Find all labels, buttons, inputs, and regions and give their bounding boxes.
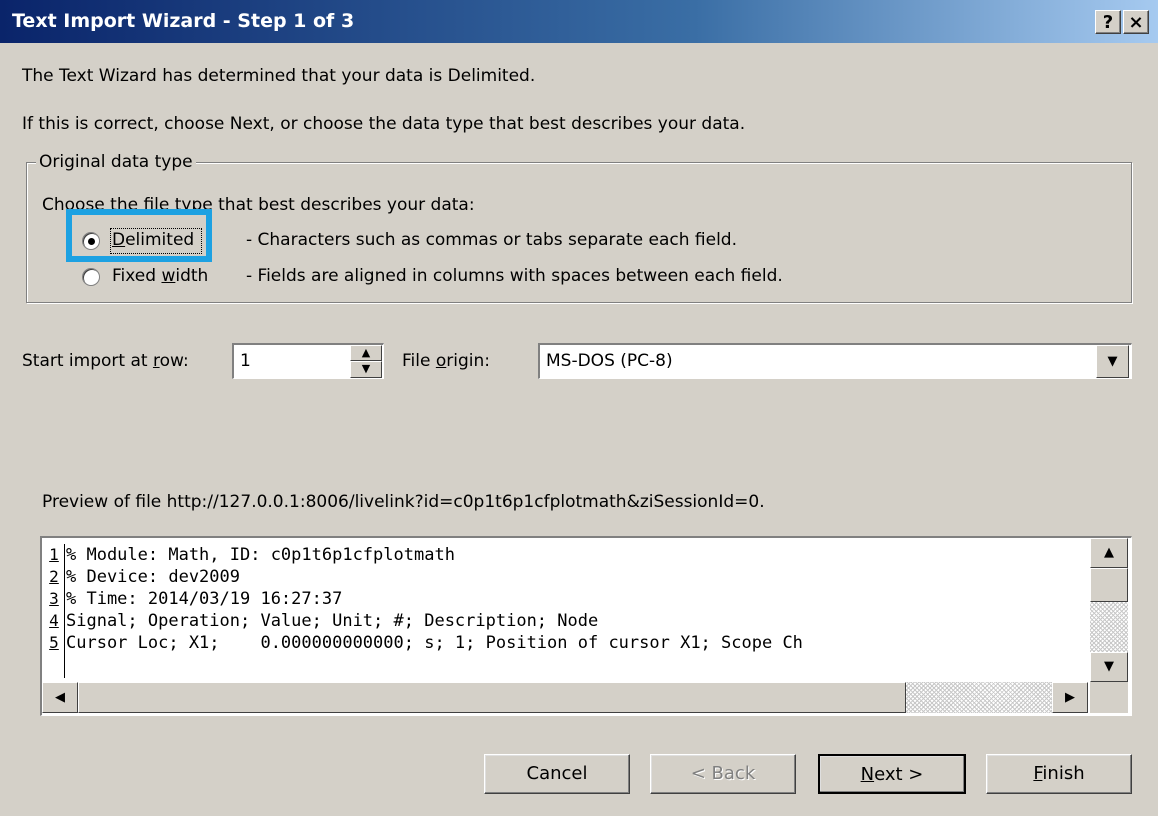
spin-down-button[interactable]: ▼	[350, 361, 382, 378]
preview-line: % Time: 2014/03/19 16:27:37	[66, 589, 343, 609]
spin-up-button[interactable]: ▲	[350, 345, 382, 361]
arrow-right-icon: ▶	[1065, 690, 1075, 705]
file-origin-label: File origin:	[402, 351, 490, 371]
arrow-down-icon: ▼	[1104, 659, 1114, 674]
vertical-scroll-thumb[interactable]	[1090, 568, 1128, 602]
preview-line: Cursor Loc; X1; 0.000000000000; s; 1; Po…	[66, 633, 803, 653]
horizontal-scrollbar[interactable]: ◀ ▶	[42, 682, 1088, 713]
line-number: 3	[49, 589, 59, 608]
fixed-width-label[interactable]: Fixed width	[112, 266, 208, 286]
start-row-input[interactable]: 1 ▲ ▼	[232, 343, 384, 379]
line-number: 4	[49, 611, 59, 630]
intro-line-1: The Text Wizard has determined that your…	[22, 66, 536, 86]
line-number-column: 1 2 3 4 5	[44, 544, 65, 678]
selection-highlight	[66, 209, 212, 262]
preview-box[interactable]: 1 2 3 4 5 % Module: Math, ID: c0p1t6p1cf…	[40, 536, 1132, 716]
next-button[interactable]: Next >	[818, 754, 966, 794]
cancel-button[interactable]: Cancel	[484, 754, 630, 794]
scroll-down-button[interactable]: ▼	[1090, 652, 1128, 682]
finish-button[interactable]: Finish	[986, 754, 1132, 794]
group-legend: Original data type	[36, 152, 196, 172]
preview-line: % Module: Math, ID: c0p1t6p1cfplotmath	[66, 545, 455, 565]
line-number: 1	[49, 545, 59, 564]
file-origin-dropdown-button[interactable]: ▼	[1096, 345, 1129, 378]
vertical-scrollbar[interactable]: ▲ ▼	[1090, 538, 1128, 682]
arrow-up-icon: ▲	[1104, 545, 1114, 560]
arrow-left-icon: ◀	[55, 690, 65, 705]
arrow-down-icon: ▼	[361, 362, 371, 375]
scroll-left-button[interactable]: ◀	[42, 682, 78, 713]
line-number: 2	[49, 567, 59, 586]
file-origin-value: MS-DOS (PC-8)	[546, 351, 673, 371]
preview-content: 1 2 3 4 5 % Module: Math, ID: c0p1t6p1cf…	[42, 538, 1088, 682]
preview-text: % Module: Math, ID: c0p1t6p1cfplotmath %…	[66, 544, 803, 654]
start-row-label: Start import at row:	[22, 351, 189, 371]
arrow-up-icon: ▲	[361, 346, 371, 359]
scroll-corner	[1090, 682, 1128, 713]
chevron-down-icon: ▼	[1107, 354, 1118, 369]
preview-label: Preview of file http://127.0.0.1:8006/li…	[42, 492, 765, 512]
preview-line: % Device: dev2009	[66, 567, 240, 587]
intro-line-2: If this is correct, choose Next, or choo…	[22, 114, 746, 134]
back-button[interactable]: < Back	[650, 754, 796, 794]
scroll-right-button[interactable]: ▶	[1052, 682, 1088, 713]
preview-line: Signal; Operation; Value; Unit; #; Descr…	[66, 611, 599, 631]
horizontal-scroll-thumb[interactable]	[78, 682, 906, 713]
fixed-width-radio[interactable]	[82, 268, 100, 286]
file-origin-select[interactable]: MS-DOS (PC-8) ▼	[538, 343, 1132, 379]
start-row-value: 1	[240, 351, 251, 371]
close-button[interactable]: ×	[1123, 10, 1149, 34]
close-icon: ×	[1128, 12, 1144, 33]
delimited-description: - Characters such as commas or tabs sepa…	[246, 230, 737, 250]
fixed-width-description: - Fields are aligned in columns with spa…	[246, 266, 783, 286]
line-number: 5	[49, 633, 59, 652]
help-button[interactable]: ?	[1095, 10, 1121, 34]
scroll-up-button[interactable]: ▲	[1090, 538, 1128, 568]
window-title: Text Import Wizard - Step 1 of 3	[12, 10, 355, 32]
